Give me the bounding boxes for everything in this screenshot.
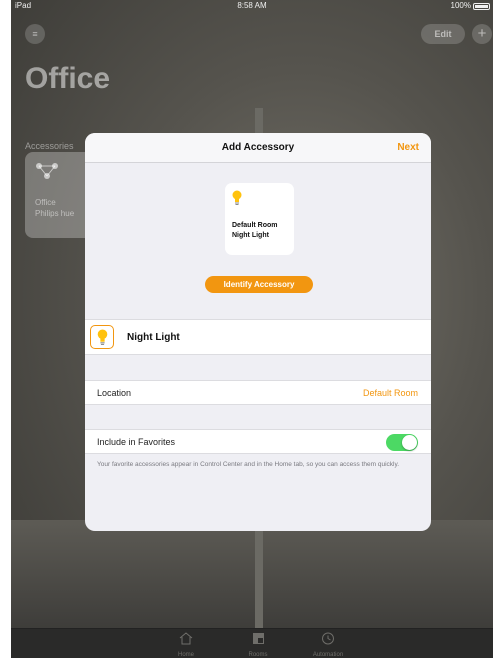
- lightbulb-icon: [232, 190, 242, 205]
- tab-automation[interactable]: Automation: [308, 632, 348, 658]
- list-icon: ≡: [32, 29, 38, 39]
- favorites-label: Include in Favorites: [97, 437, 176, 447]
- edit-button[interactable]: Edit: [421, 24, 465, 44]
- identify-accessory-button[interactable]: Identify Accessory: [205, 276, 313, 293]
- accessory-name-field[interactable]: [127, 330, 407, 344]
- tab-bar: Home Rooms Automation: [11, 628, 493, 658]
- add-button[interactable]: +: [472, 24, 492, 44]
- battery-percent: 100%: [450, 1, 471, 10]
- preview-accessory-name: Night Light: [232, 232, 269, 239]
- battery-icon: [473, 3, 490, 10]
- status-time: 8:58 AM: [237, 1, 267, 10]
- rooms-icon: [252, 633, 264, 644]
- tab-automation-label: Automation: [312, 652, 344, 658]
- tile-title: Office: [35, 198, 56, 207]
- menu-list-button[interactable]: ≡: [25, 24, 45, 44]
- lightbulb-icon: [97, 329, 108, 345]
- toggle-knob: [402, 435, 417, 450]
- clock-icon: [322, 632, 334, 645]
- hub-icon: [36, 163, 58, 179]
- add-accessory-dialog: Add Accessory Next Default Room Night Li…: [85, 133, 431, 531]
- favorites-toggle[interactable]: [386, 434, 418, 451]
- accessories-section-label: Accessories: [25, 141, 74, 151]
- dialog-title: Add Accessory: [221, 142, 295, 153]
- tab-rooms[interactable]: Rooms: [238, 632, 278, 658]
- house-icon: [179, 632, 193, 645]
- accessory-icon-picker[interactable]: [90, 325, 114, 349]
- status-bar: iPad 8:58 AM 100%: [11, 0, 493, 12]
- location-value: Default Room: [362, 388, 418, 398]
- location-label: Location: [97, 388, 132, 398]
- favorites-row: Include in Favorites: [85, 429, 431, 454]
- tab-home-label: Home: [177, 652, 194, 658]
- tab-home[interactable]: Home: [166, 632, 206, 658]
- page-title: Office: [25, 62, 111, 95]
- preview-room-name: Default Room: [232, 222, 278, 229]
- room-floor: [11, 520, 493, 628]
- location-row[interactable]: Location Default Room: [85, 380, 431, 405]
- dialog-header: Add Accessory Next: [85, 133, 431, 163]
- lamp-stem-bottom: [255, 530, 263, 630]
- tile-subtitle: Philips hue: [35, 209, 75, 218]
- accessory-name-row: [85, 319, 431, 355]
- next-button[interactable]: Next: [397, 142, 419, 153]
- tab-rooms-label: Rooms: [248, 652, 268, 658]
- accessory-preview-tile: Default Room Night Light: [225, 183, 294, 255]
- favorites-footnote: Your favorite accessories appear in Cont…: [97, 461, 400, 468]
